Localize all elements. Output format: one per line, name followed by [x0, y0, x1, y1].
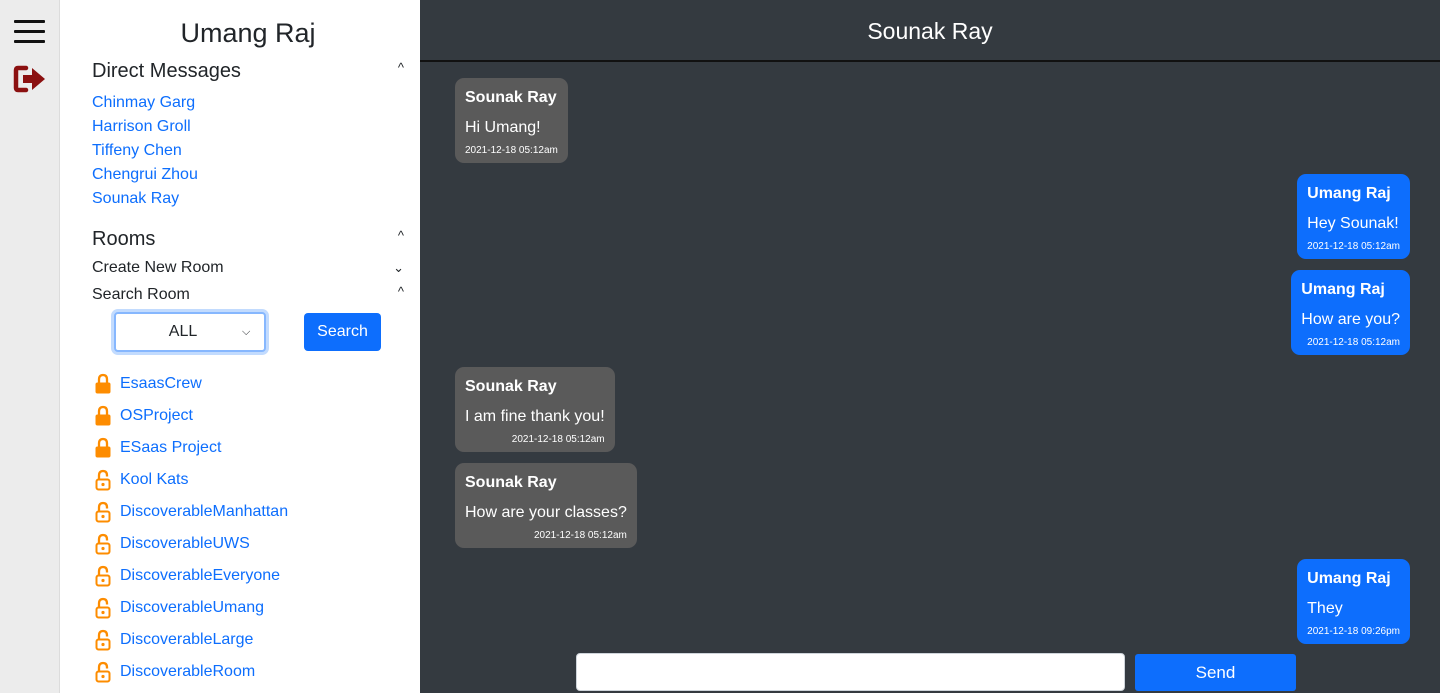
unlock-icon	[95, 597, 111, 619]
dm-contact-link[interactable]: Sounak Ray	[92, 190, 179, 207]
room-item[interactable]: DiscoverableUmang	[94, 592, 288, 624]
message-sender: Sounak Ray	[465, 89, 557, 106]
room-item[interactable]: DiscoverableRoom	[94, 656, 288, 688]
dm-contact-link[interactable]: Harrison Groll	[92, 118, 191, 135]
message-text: Hey Sounak!	[1307, 215, 1399, 232]
search-button[interactable]: Search	[304, 313, 381, 351]
current-user-name: Umang Raj	[180, 18, 316, 48]
sidebar: Umang Raj Direct Messages ^ Chinmay Garg…	[60, 0, 420, 693]
room-link[interactable]: EsaasCrew	[120, 375, 202, 393]
room-item[interactable]: OSProject	[94, 400, 288, 432]
room-filter-select[interactable]: ALL ⌵	[114, 312, 266, 352]
dm-contact: Sounak Ray	[92, 188, 198, 212]
room-link[interactable]: DiscoverableRoom	[120, 663, 255, 681]
room-item[interactable]: EsaasCrew	[94, 368, 288, 400]
room-item[interactable]: DiscoverableEveryone	[94, 560, 288, 592]
room-item[interactable]: ESaas Project	[94, 432, 288, 464]
search-room-caret[interactable]: ^	[398, 284, 404, 299]
direct-messages-heading: Direct Messages	[92, 60, 241, 82]
message-text: Hi Umang!	[465, 119, 541, 136]
dm-contact: Chinmay Garg	[92, 92, 198, 116]
message-timestamp: 2021-12-18 09:26pm	[1307, 626, 1400, 637]
search-room-toggle[interactable]: Search Room	[92, 286, 190, 304]
message-timestamp: 2021-12-18 05:12am	[1307, 337, 1400, 348]
logout-icon[interactable]	[13, 64, 47, 94]
direct-messages-list: Chinmay Garg Harrison Groll Tiffeny Chen…	[92, 92, 198, 212]
room-item[interactable]: DiscoverableLarge	[94, 624, 288, 656]
send-button[interactable]: Send	[1135, 654, 1296, 691]
create-new-room-caret[interactable]: ⌄	[393, 260, 404, 276]
dm-contact-link[interactable]: Chinmay Garg	[92, 94, 195, 111]
sent-message: Umang Raj Hey Sounak! 2021-12-18 05:12am	[1297, 174, 1410, 259]
lock-icon	[95, 405, 111, 426]
dm-contact: Harrison Groll	[92, 116, 198, 140]
create-new-room-toggle[interactable]: Create New Room	[92, 259, 224, 277]
message-text: How are you?	[1301, 311, 1400, 328]
room-link[interactable]: ESaas Project	[120, 439, 221, 457]
room-link[interactable]: DiscoverableEveryone	[120, 567, 280, 585]
rooms-collapse-caret[interactable]: ^	[398, 228, 404, 243]
message-text: I am fine thank you!	[465, 408, 605, 425]
room-link[interactable]: Kool Kats	[120, 471, 188, 489]
left-rail	[0, 0, 60, 693]
message-sender: Umang Raj	[1307, 185, 1391, 202]
hamburger-icon[interactable]	[14, 20, 45, 44]
message-sender: Sounak Ray	[465, 474, 557, 491]
message-sender: Umang Raj	[1307, 570, 1391, 587]
message-timestamp: 2021-12-18 05:12am	[511, 434, 605, 445]
room-filter-value: ALL	[168, 323, 198, 340]
message-text: They	[1307, 600, 1343, 617]
room-link[interactable]: OSProject	[120, 407, 193, 425]
unlock-icon	[95, 629, 111, 651]
chat-title: Sounak Ray	[420, 0, 1440, 62]
room-link[interactable]: DiscoverableUmang	[120, 599, 264, 617]
message-timestamp: 2021-12-18 05:12am	[465, 145, 558, 156]
message-sender: Umang Raj	[1301, 281, 1385, 298]
room-link[interactable]: DiscoverableUWS	[120, 535, 250, 553]
message-sender: Sounak Ray	[465, 378, 557, 395]
unlock-icon	[95, 501, 111, 523]
dm-contact: Chengrui Zhou	[92, 164, 198, 188]
chevron-down-icon: ⌵	[242, 325, 251, 338]
lock-icon	[95, 437, 111, 458]
received-message: Sounak Ray Hi Umang! 2021-12-18 05:12am	[455, 78, 568, 163]
dm-contact-link[interactable]: Chengrui Zhou	[92, 166, 198, 183]
room-item[interactable]: DiscoverableUWS	[94, 528, 288, 560]
dm-contact-link[interactable]: Tiffeny Chen	[92, 142, 182, 159]
message-text: How are your classes?	[465, 504, 627, 521]
room-item[interactable]: DiscoverableManhattan	[94, 496, 288, 528]
room-list: EsaasCrew OSProject ESaas Project Kool Kats…	[94, 368, 288, 688]
room-link[interactable]: DiscoverableLarge	[120, 631, 253, 649]
room-link[interactable]: DiscoverableManhattan	[120, 503, 288, 521]
unlock-icon	[95, 661, 111, 683]
sent-message: Umang Raj How are you? 2021-12-18 05:12am	[1291, 270, 1410, 355]
message-input[interactable]	[576, 653, 1125, 691]
message-timestamp: 2021-12-18 05:12am	[1307, 241, 1400, 252]
unlock-icon	[95, 469, 111, 491]
message-timestamp: 2021-12-18 05:12am	[533, 530, 627, 541]
received-message: Sounak Ray I am fine thank you! 2021-12-18…	[455, 367, 615, 452]
unlock-icon	[95, 533, 111, 555]
sent-message: Umang Raj They 2021-12-18 09:26pm	[1297, 559, 1410, 644]
lock-icon	[95, 373, 111, 394]
room-item[interactable]: Kool Kats	[94, 464, 288, 496]
received-message: Sounak Ray How are your classes? 2021-12-1…	[455, 463, 637, 548]
chat-panel: Sounak Ray Sounak Ray Hi Umang! 2021-12-18…	[420, 0, 1440, 693]
dm-contact: Tiffeny Chen	[92, 140, 198, 164]
rooms-heading: Rooms	[92, 228, 156, 250]
direct-messages-collapse-caret[interactable]: ^	[398, 60, 404, 75]
unlock-icon	[95, 565, 111, 587]
